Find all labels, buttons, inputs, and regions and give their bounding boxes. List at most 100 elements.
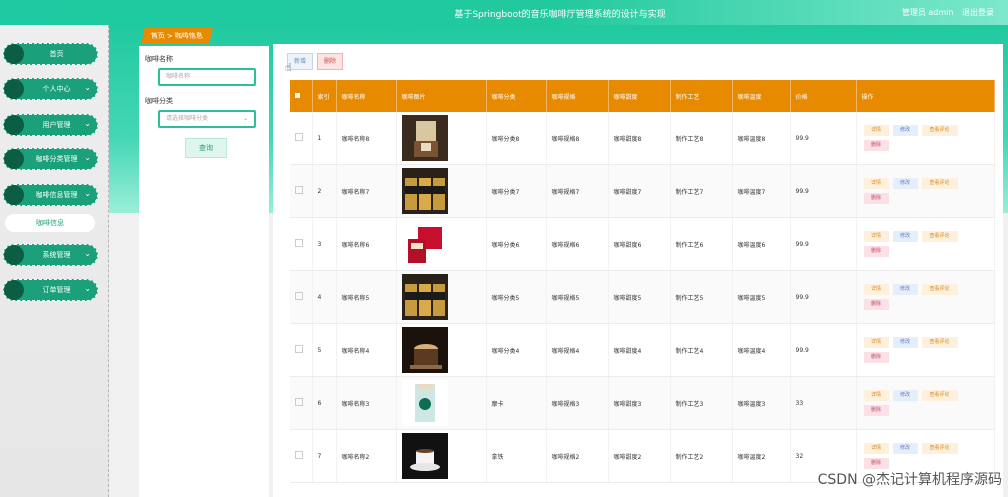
row-select-cell[interactable]: [290, 164, 313, 218]
view-comments-button[interactable]: 查看评论: [921, 231, 958, 242]
coffee-image: [401, 115, 448, 161]
row-checkbox[interactable]: [295, 292, 303, 300]
view-comments-button[interactable]: 查看评论: [921, 390, 958, 401]
coffee-name-input[interactable]: 咖啡名称: [158, 68, 256, 86]
delete-row-button[interactable]: 删除: [863, 352, 889, 363]
cell-spec: 咖啡规格2: [546, 429, 609, 483]
cell-craft: 制作工艺5: [670, 270, 733, 324]
tab-coffee-info[interactable]: 首页 > 咖啡信息: [141, 28, 213, 44]
row-checkbox[interactable]: [295, 133, 303, 141]
edit-button[interactable]: 修改: [892, 231, 918, 242]
chevron-down-icon: ⌄: [84, 119, 91, 128]
tab-home[interactable]: 首页: [149, 28, 166, 44]
cell-name: 咖啡名称3: [336, 376, 397, 430]
view-comments-button[interactable]: 查看评论: [921, 178, 958, 189]
row-select-cell[interactable]: [290, 112, 313, 165]
cell-price: 99.9: [790, 112, 857, 165]
cell-spec: 咖啡规格5: [546, 270, 609, 324]
cell-spec: 咖啡规格8: [546, 112, 609, 165]
cell-price: 99.9: [790, 270, 857, 324]
coffee-image: [401, 433, 448, 479]
cell-image: [396, 112, 487, 165]
coffee-name-placeholder: 咖啡名称: [166, 73, 191, 80]
col-header: 索引: [312, 80, 337, 112]
sidebar-item-2[interactable]: 个人中心 ⌄: [3, 78, 98, 100]
cell-price: 99.9: [790, 323, 857, 377]
top-bar: 基于Springboot的音乐咖啡厅管理系统的设计与实现 管理员 admin 退…: [0, 0, 1008, 25]
delete-row-button[interactable]: 删除: [863, 299, 889, 310]
row-select-cell[interactable]: [290, 376, 313, 430]
coffee-category-label: 咖啡分类: [145, 97, 173, 105]
detail-button[interactable]: 详情: [863, 284, 889, 295]
sidebar-item-3[interactable]: 用户管理 ⌄: [3, 114, 98, 136]
detail-button[interactable]: 详情: [863, 231, 889, 242]
sidebar-item-label: 系统管理: [42, 251, 71, 259]
edit-button[interactable]: 修改: [892, 443, 918, 454]
logout-link[interactable]: 退出登录: [962, 8, 994, 17]
select-all-header[interactable]: [290, 80, 313, 112]
sidebar-subitem-coffee-info[interactable]: 咖啡信息: [5, 214, 95, 232]
cell-image: [396, 270, 487, 324]
sidebar-item-5[interactable]: 咖啡信息管理 ⌄: [3, 184, 98, 206]
edit-button[interactable]: 修改: [892, 390, 918, 401]
table-row: 2 咖啡名称7 咖啡分类7 咖啡规格7 咖啡甜度7 制作工艺7 咖啡温度7 99.9 详情 修改查…: [290, 164, 995, 218]
delete-button[interactable]: 删除: [317, 53, 343, 70]
view-comments-button[interactable]: 查看评论: [921, 125, 958, 136]
sidebar-item-6[interactable]: 系统管理 ⌄: [3, 244, 98, 266]
col-header: 咖啡甜度: [608, 80, 671, 112]
detail-button[interactable]: 详情: [863, 390, 889, 401]
cell-craft: 制作工艺3: [670, 376, 733, 430]
row-checkbox[interactable]: [295, 451, 303, 459]
sidebar-item-label: 咖啡信息管理: [35, 191, 78, 199]
detail-button[interactable]: 详情: [863, 443, 889, 454]
row-select-cell[interactable]: [290, 270, 313, 324]
cell-index: 2: [312, 164, 337, 218]
row-checkbox[interactable]: [295, 345, 303, 353]
query-button[interactable]: 查询: [185, 138, 227, 158]
cell-index: 4: [312, 270, 337, 324]
sidebar-item-1[interactable]: 首页: [3, 43, 98, 65]
sidebar-item-label: 咖啡分类管理: [35, 155, 78, 163]
cell-spec: 咖啡规格4: [546, 323, 609, 377]
sidebar-item-7[interactable]: 订单管理 ⌄: [3, 279, 98, 301]
sidebar-item-4[interactable]: 咖啡分类管理 ⌄: [3, 148, 98, 170]
edit-button[interactable]: 修改: [892, 337, 918, 348]
edit-button[interactable]: 修改: [892, 125, 918, 136]
sidebar: 首页 个人中心 ⌄ 用户管理 ⌄ 咖啡分类管理 ⌄ 咖啡信息管理 ⌄ 系统管理 ⌄ 订单管理 ⌄ 咖啡信息: [0, 25, 109, 497]
main-panel: 新增 删除 ☝ 索引 咖啡名称 咖啡图片 咖啡分类 咖啡规格 咖啡甜度 制作工艺…: [273, 44, 1003, 497]
view-comments-button[interactable]: 查看评论: [921, 443, 958, 454]
delete-row-button[interactable]: 删除: [863, 140, 889, 151]
cell-category: 咖啡分类4: [486, 323, 547, 377]
row-checkbox[interactable]: [295, 239, 303, 247]
chevron-down-icon: ⌄: [84, 83, 91, 92]
view-comments-button[interactable]: 查看评论: [921, 284, 958, 295]
sidebar-dot-icon: [4, 280, 24, 300]
row-select-cell[interactable]: [290, 429, 313, 483]
coffee-category-select[interactable]: 请选择咖啡分类 ⌄: [158, 110, 256, 128]
delete-row-button[interactable]: 删除: [863, 246, 889, 257]
coffee-image: [401, 168, 448, 214]
select-all-checkbox[interactable]: [295, 92, 300, 98]
col-header: 咖啡图片: [396, 80, 487, 112]
edit-button[interactable]: 修改: [892, 178, 918, 189]
row-select-cell[interactable]: [290, 323, 313, 377]
edit-button[interactable]: 修改: [892, 284, 918, 295]
delete-row-button[interactable]: 删除: [863, 193, 889, 204]
chevron-down-icon: ⌄: [84, 153, 91, 162]
delete-row-button[interactable]: 删除: [863, 458, 889, 469]
detail-button[interactable]: 详情: [863, 125, 889, 136]
cell-index: 3: [312, 217, 337, 271]
cell-sweet: 咖啡甜度6: [608, 217, 671, 271]
detail-button[interactable]: 详情: [863, 178, 889, 189]
row-select-cell[interactable]: [290, 217, 313, 271]
row-checkbox[interactable]: [295, 186, 303, 194]
table-row: 4 咖啡名称5 咖啡分类5 咖啡规格5 咖啡甜度5 制作工艺5 咖啡温度5 99.9 详情 修改查…: [290, 270, 995, 324]
delete-row-button[interactable]: 删除: [863, 405, 889, 416]
detail-button[interactable]: 详情: [863, 337, 889, 348]
cell-temp: 咖啡温度2: [732, 429, 791, 483]
row-checkbox[interactable]: [295, 398, 303, 406]
view-comments-button[interactable]: 查看评论: [921, 337, 958, 348]
table-row: 3 咖啡名称6 咖啡分类6 咖啡规格6 咖啡甜度6 制作工艺6 咖啡温度6 99.9 详情 修改查…: [290, 217, 995, 271]
col-header: 价格: [790, 80, 857, 112]
user-name: 管理员 admin: [901, 8, 954, 17]
